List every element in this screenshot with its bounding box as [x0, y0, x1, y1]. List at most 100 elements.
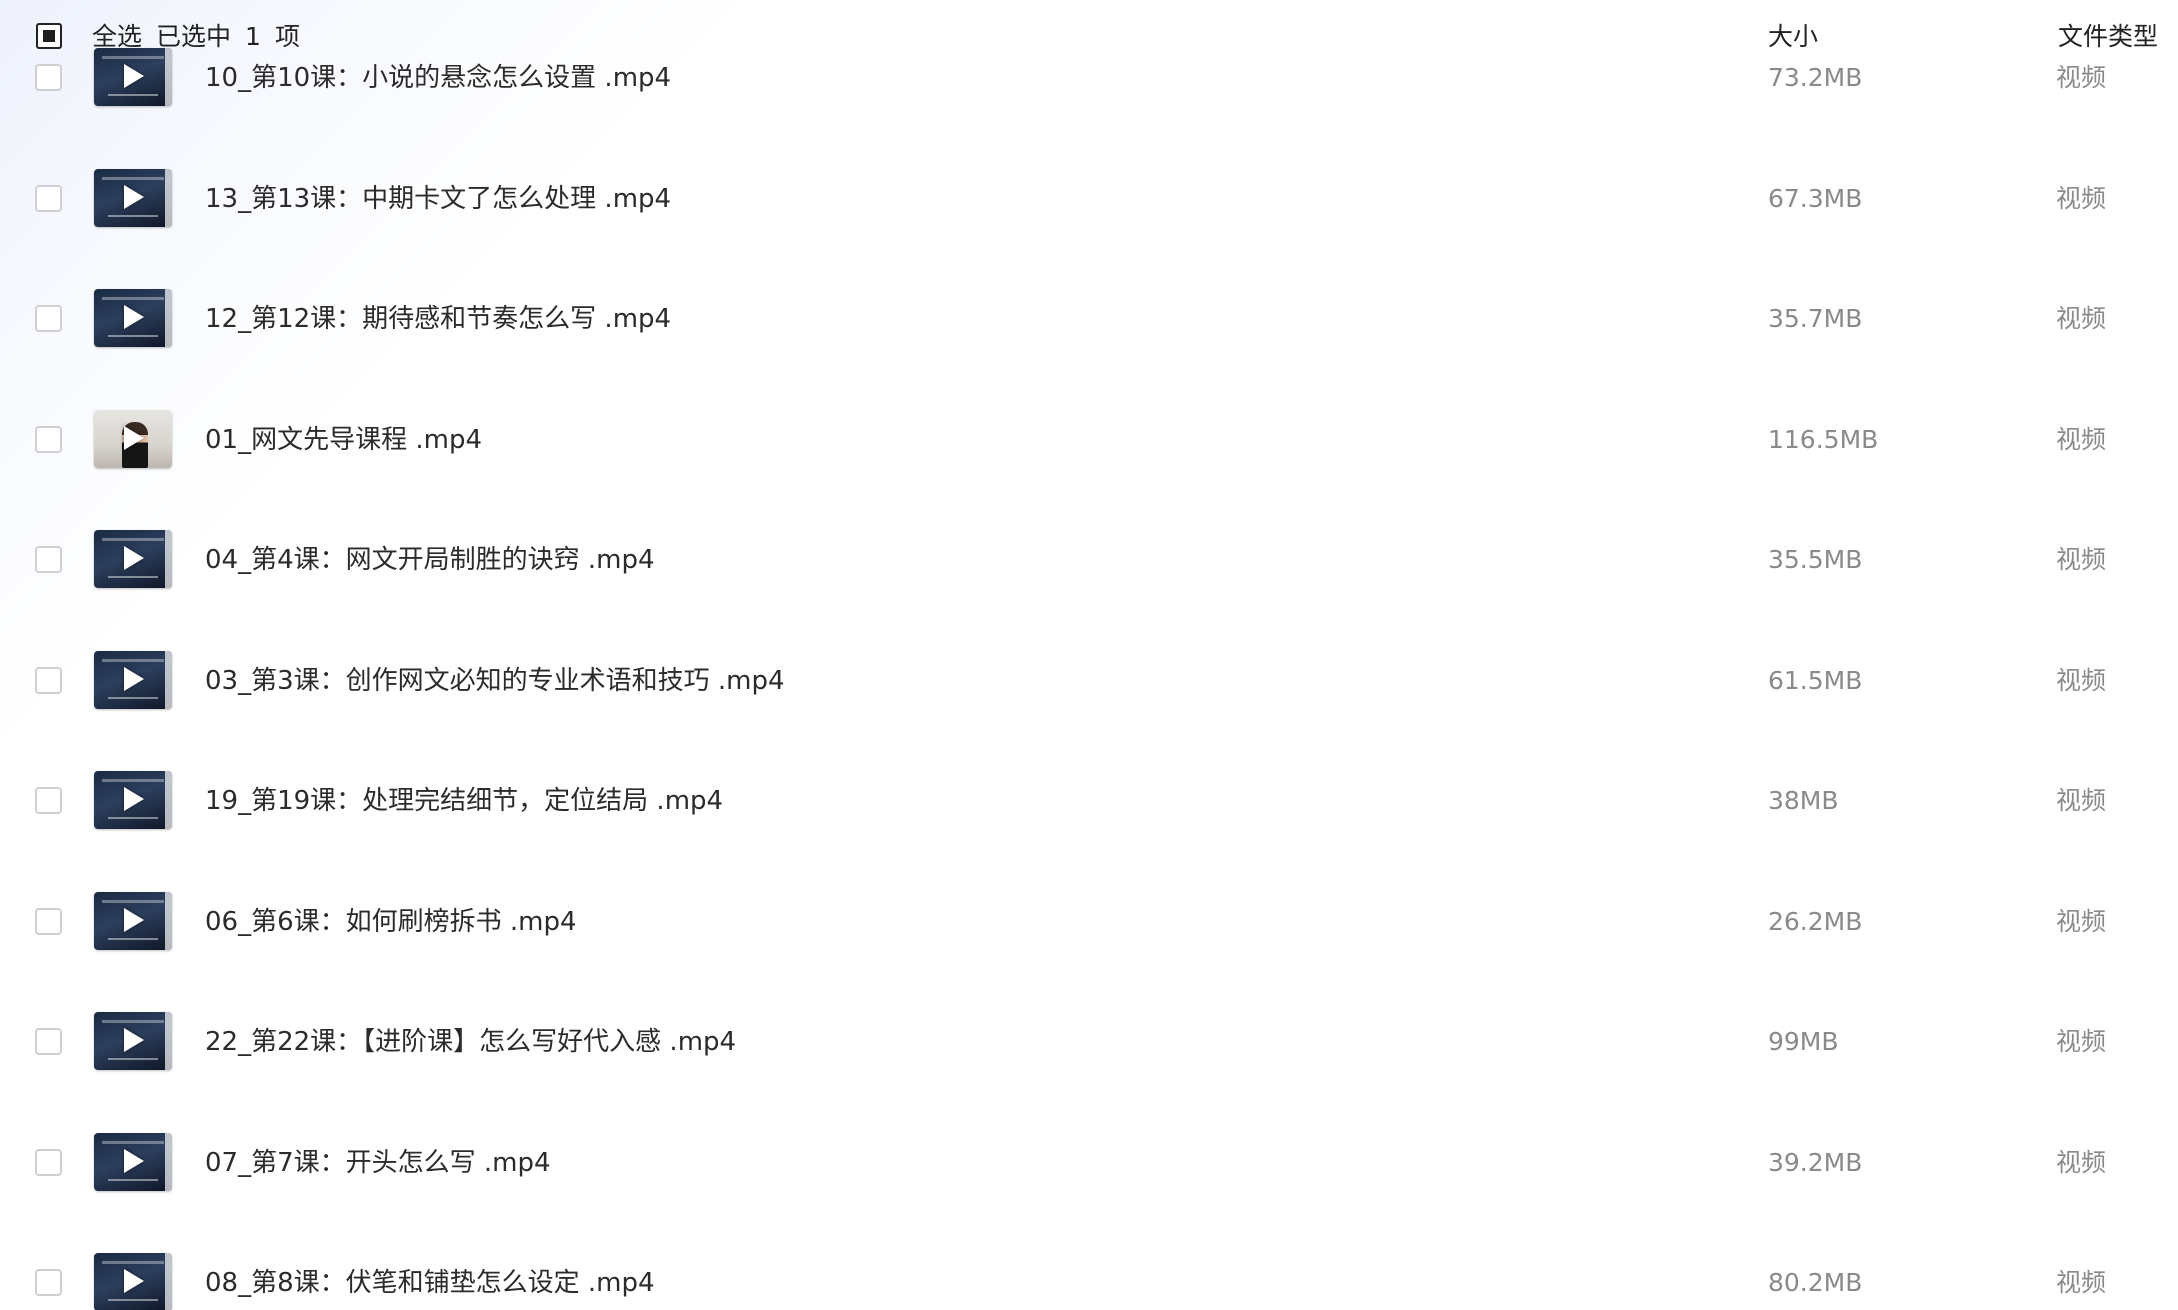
file-row[interactable]: 01_网文先导课程 .mp4 116.5MB 视频	[0, 382, 2178, 502]
file-size: 61.5MB	[1768, 665, 1863, 695]
file-row[interactable]: 06_第6课：如何刷榜拆书 .mp4 26.2MB 视频	[0, 864, 2178, 984]
file-name[interactable]: 19_第19课：处理完结细节，定位结局 .mp4	[205, 783, 723, 819]
row-checkbox[interactable]	[35, 305, 62, 332]
thumb-title-line	[102, 297, 164, 300]
row-checkbox[interactable]	[35, 64, 62, 91]
row-checkbox[interactable]	[35, 907, 62, 935]
thumb-caption-line	[108, 576, 158, 578]
file-type: 视频	[2056, 183, 2107, 213]
file-name[interactable]: 13_第13课：中期卡文了怎么处理 .mp4	[205, 181, 671, 217]
file-row[interactable]: 03_第3课：创作网文必知的专业术语和技巧 .mp4 61.5MB 视频	[0, 623, 2178, 743]
thumb-caption-line	[108, 1178, 158, 1181]
thumb-caption-line	[108, 94, 158, 96]
thumb-title-line	[102, 1140, 164, 1144]
video-thumbnail[interactable]	[94, 1253, 172, 1310]
thumb-side-strip	[165, 168, 172, 227]
play-icon	[124, 907, 144, 932]
thumb-caption-line	[108, 335, 158, 337]
file-row[interactable]: 22_第22课：【进阶课】怎么写好代入感 .mp4 99MB 视频	[0, 984, 2178, 1104]
thumb-side-strip	[165, 771, 172, 829]
play-icon	[124, 546, 144, 570]
file-size: 67.3MB	[1768, 183, 1863, 213]
file-type: 视频	[2056, 665, 2107, 695]
thumb-side-strip	[165, 1132, 172, 1191]
file-row[interactable]: 08_第8课：伏笔和铺垫怎么设定 .mp4 80.2MB 视频	[0, 1225, 2178, 1310]
file-type: 视频	[2056, 63, 2107, 92]
file-type: 视频	[2056, 1147, 2107, 1177]
video-thumbnail[interactable]	[94, 409, 172, 468]
play-icon	[124, 64, 144, 88]
file-type: 视频	[2056, 545, 2107, 574]
thumb-title-line	[102, 176, 164, 180]
video-thumbnail[interactable]	[94, 771, 172, 829]
file-size: 73.2MB	[1768, 63, 1863, 92]
file-row[interactable]: 04_第4课：网文开局制胜的诀窍 .mp4 35.5MB 视频	[0, 502, 2178, 622]
video-thumbnail[interactable]	[94, 650, 172, 709]
file-name[interactable]: 06_第6课：如何刷榜拆书 .mp4	[205, 904, 577, 940]
file-row[interactable]: 13_第13课：中期卡文了怎么处理 .mp4 67.3MB 视频	[0, 141, 2178, 261]
video-thumbnail[interactable]	[94, 289, 172, 347]
file-row[interactable]: 07_第7课：开头怎么写 .mp4 39.2MB 视频	[0, 1105, 2178, 1225]
row-checkbox[interactable]	[35, 184, 62, 212]
thumb-title-line	[102, 1020, 164, 1023]
file-size: 80.2MB	[1768, 1268, 1863, 1297]
thumb-caption-line	[108, 817, 158, 819]
file-row[interactable]: 12_第12课：期待感和节奏怎么写 .mp4 35.7MB 视频	[0, 261, 2178, 381]
play-icon	[124, 666, 144, 691]
thumb-caption-line	[108, 937, 158, 940]
video-thumbnail[interactable]	[94, 1012, 172, 1070]
file-type: 视频	[2056, 304, 2107, 333]
file-row[interactable]: 10_第10课：小说的悬念怎么设置 .mp4 73.2MB 视频	[0, 20, 2178, 140]
file-name[interactable]: 04_第4课：网文开局制胜的诀窍 .mp4	[205, 542, 655, 578]
file-name[interactable]: 07_第7课：开头怎么写 .mp4	[205, 1145, 551, 1181]
file-name[interactable]: 01_网文先导课程 .mp4	[205, 422, 482, 458]
row-checkbox[interactable]	[35, 787, 62, 814]
thumb-title-line	[102, 56, 164, 59]
file-size: 38MB	[1768, 786, 1839, 815]
thumb-title-line	[102, 899, 164, 903]
file-name[interactable]: 12_第12课：期待感和节奏怎么写 .mp4	[205, 301, 671, 337]
file-type: 视频	[2056, 424, 2107, 454]
play-icon	[124, 787, 144, 811]
thumb-side-strip	[165, 1012, 172, 1070]
file-row[interactable]: 19_第19课：处理完结细节，定位结局 .mp4 38MB 视频	[0, 743, 2178, 863]
file-type: 视频	[2056, 786, 2107, 815]
thumb-caption-line	[108, 1058, 158, 1060]
file-size: 35.7MB	[1768, 304, 1863, 333]
row-checkbox[interactable]	[35, 1028, 62, 1055]
thumb-side-strip	[165, 650, 172, 709]
row-checkbox[interactable]	[35, 546, 62, 573]
thumb-title-line	[102, 1261, 164, 1264]
video-thumbnail[interactable]	[94, 530, 172, 588]
file-size: 35.5MB	[1768, 545, 1863, 574]
file-list-page: 全选 已选中 1 项 大小 文件类型 10_第10课：小说的悬念怎么设置 .mp…	[0, 0, 2178, 1310]
video-thumbnail[interactable]	[94, 1132, 172, 1191]
thumb-side-strip	[165, 530, 172, 588]
row-checkbox[interactable]	[35, 425, 62, 453]
thumb-title-line	[102, 538, 164, 541]
video-thumbnail[interactable]	[94, 168, 172, 227]
file-size: 99MB	[1768, 1027, 1839, 1056]
row-checkbox[interactable]	[35, 1148, 62, 1176]
row-checkbox[interactable]	[35, 1269, 62, 1296]
file-name[interactable]: 03_第3课：创作网文必知的专业术语和技巧 .mp4	[205, 663, 785, 699]
play-icon	[124, 425, 144, 450]
thumb-side-strip	[165, 1253, 172, 1310]
play-icon	[124, 184, 144, 209]
file-name[interactable]: 08_第8课：伏笔和铺垫怎么设定 .mp4	[205, 1265, 655, 1301]
file-name[interactable]: 10_第10课：小说的悬念怎么设置 .mp4	[205, 60, 671, 96]
play-icon	[124, 1148, 144, 1173]
video-thumbnail[interactable]	[94, 48, 172, 106]
play-icon	[124, 1028, 144, 1052]
file-name[interactable]: 22_第22课：【进阶课】怎么写好代入感 .mp4	[205, 1024, 736, 1060]
file-size: 26.2MB	[1768, 906, 1863, 936]
row-checkbox[interactable]	[35, 666, 62, 694]
play-icon	[124, 1269, 144, 1293]
file-type: 视频	[2056, 1268, 2107, 1297]
video-thumbnail[interactable]	[94, 891, 172, 950]
thumb-side-strip	[165, 891, 172, 950]
thumb-caption-line	[108, 696, 158, 699]
thumb-side-strip	[165, 48, 172, 106]
file-type: 视频	[2056, 1027, 2107, 1056]
thumb-caption-line	[108, 214, 158, 217]
